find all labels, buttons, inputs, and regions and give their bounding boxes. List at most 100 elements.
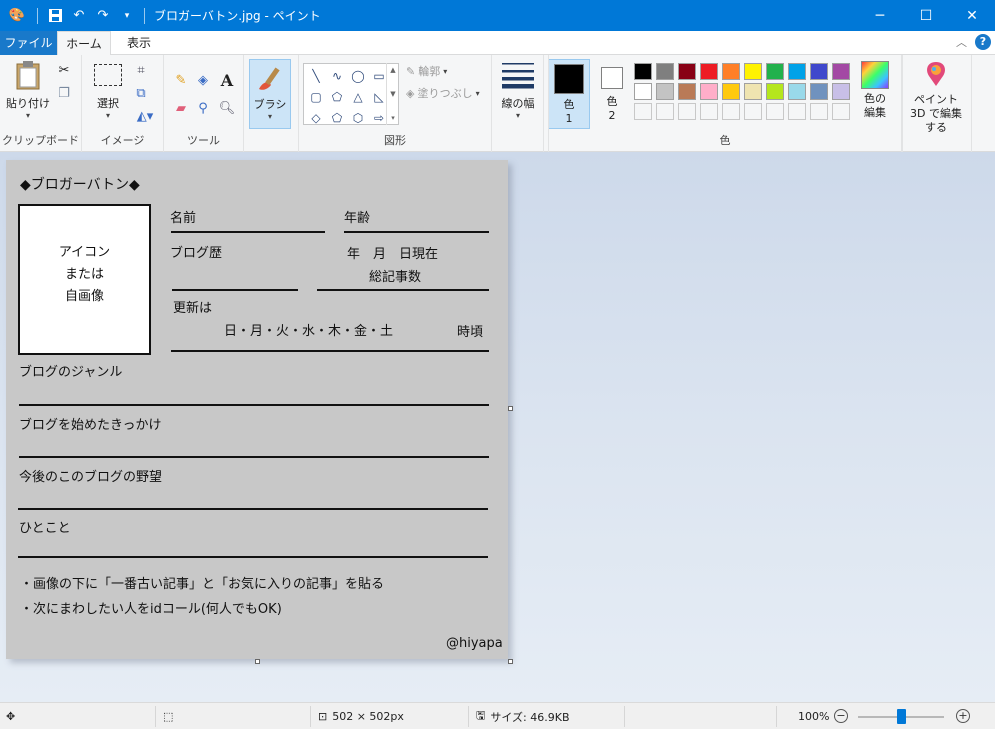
comment-line (18, 556, 488, 558)
file-size: 🖫 サイズ: 46.9KB (476, 703, 570, 729)
reason-label: ブログを始めたきっかけ (19, 418, 162, 433)
redo-icon[interactable]: ↷ (93, 6, 113, 26)
fill-label: 塗りつぶし (417, 87, 473, 100)
paint-app-icon[interactable]: 🎨 (8, 8, 26, 24)
color-picker-icon[interactable]: ⚲ (194, 99, 212, 117)
close-button[interactable]: ✕ (949, 0, 995, 31)
fill-dropdown-icon: ▾ (475, 88, 480, 98)
ambition-label: 今後のこのブログの野望 (19, 470, 163, 485)
undo-icon[interactable]: ↶ (69, 6, 89, 26)
ribbon-tabs: ファイル ホーム 表示 ︿ ? (0, 31, 995, 56)
tab-file[interactable]: ファイル (0, 31, 57, 55)
colors-group: 色 (548, 55, 902, 152)
select-dropdown-icon[interactable]: ▾ (106, 111, 110, 120)
file-size-text: サイズ: 46.9KB (490, 710, 570, 724)
brush-dropdown-icon[interactable]: ▾ (268, 112, 272, 121)
shapes-scrollbar[interactable]: ▲ ▼ ▾ (386, 63, 399, 125)
resize-handle-corner[interactable] (508, 659, 513, 664)
update-label: 更新は (173, 301, 213, 316)
text-icon[interactable]: A (218, 71, 236, 90)
crop-icon[interactable]: ⌗ (132, 61, 150, 79)
select-label: 選択 (97, 97, 119, 110)
image-canvas[interactable]: ◆ブロガーバトン◆ アイコン または 自画像 名前 年齢 ブログ歴 年 月 日現… (6, 160, 508, 659)
status-divider (776, 706, 777, 727)
select-rect-icon (92, 59, 124, 91)
fill-icon: ◈ (406, 86, 415, 100)
shapes-group-label: 図形 (384, 134, 406, 147)
image-dimensions: ⊡ 502 × 502px (318, 703, 404, 729)
tab-view[interactable]: 表示 (115, 31, 163, 55)
select-button[interactable]: 選択 ▾ (88, 59, 128, 120)
line-width-group: 線の幅 ▾ (492, 55, 544, 152)
zoom-slider-thumb[interactable] (897, 709, 906, 724)
status-bar: ✥ ⬚ ⊡ 502 × 502px 🖫 サイズ: 46.9KB 100% − + (0, 702, 995, 729)
drawing-workspace[interactable]: ◆ブロガーバトン◆ アイコン または 自画像 名前 年齢 ブログ歴 年 月 日現… (0, 152, 995, 702)
tab-home[interactable]: ホーム (57, 31, 111, 56)
tools-group-label: ツール (187, 134, 220, 147)
customize-dropdown-icon[interactable]: ▾ (117, 6, 137, 26)
paste-button[interactable]: 貼り付け ▾ (6, 59, 50, 120)
outline-icon: ✎ (406, 64, 416, 78)
rule-1-text: ・画像の下に「一番古い記事」と「お気に入りの記事」を貼る (20, 577, 385, 592)
scroll-down-icon[interactable]: ▼ (390, 90, 395, 98)
paint3d-group (902, 55, 972, 152)
fill-bucket-icon[interactable]: ◈ (194, 71, 212, 89)
line-shape-icon[interactable]: ╲ (306, 66, 326, 86)
icon-placeholder-box: アイコン または 自画像 (18, 204, 151, 355)
oval-shape-icon[interactable]: ◯ (348, 66, 368, 86)
outline-label: 輪郭 (418, 65, 441, 78)
icon-box-line-2: または (64, 267, 104, 282)
age-label: 年齢 (344, 211, 371, 226)
outline-button[interactable]: ✎ 輪郭 ▾ (406, 63, 447, 79)
status-divider (155, 706, 156, 727)
resize-icon[interactable]: ⧉ (132, 84, 150, 102)
scroll-up-icon[interactable]: ▲ (390, 66, 395, 74)
window-title: ブロガーバトン.jpg - ペイント (154, 9, 321, 23)
line-width-button[interactable]: 線の幅 ▾ (497, 59, 539, 120)
brush-button[interactable]: ブラシ ▾ (249, 59, 291, 129)
shapes-gallery: ╲ ∿ ◯ ▭ ▢ ⬠ △ ◺ ◇ ⬠ ⬡ ⇨ (303, 63, 399, 125)
polygon-shape-icon[interactable]: ⬠ (327, 87, 347, 107)
help-icon[interactable]: ? (975, 34, 991, 50)
pencil-icon[interactable]: ✎ (172, 71, 190, 89)
status-divider (624, 706, 625, 727)
line-width-label: 線の幅 (501, 97, 535, 110)
maximize-button[interactable]: ☐ (903, 0, 949, 31)
rounded-rectangle-shape-icon[interactable]: ▢ (306, 87, 326, 107)
selection-size-icon: ⬚ (163, 710, 174, 723)
image-group: 選択 ▾ ⌗ ⧉ ◭▾ イメージ (82, 55, 164, 152)
hexagon-shape-icon[interactable]: ⬡ (348, 108, 368, 128)
rotate-icon[interactable]: ◭▾ (132, 107, 158, 125)
total-posts-label: 総記事数 (369, 270, 422, 285)
collapse-ribbon-icon[interactable]: ︿ (956, 34, 967, 50)
canvas-heading: ◆ブロガーバトン◆ (20, 177, 140, 193)
minimize-button[interactable]: ─ (857, 0, 903, 31)
time-label: 時頃 (457, 325, 484, 340)
image-dimensions-text: 502 × 502px (332, 710, 404, 723)
zoom-out-button[interactable]: − (834, 709, 848, 723)
diamond-shape-icon[interactable]: ◇ (306, 108, 326, 128)
name-label: 名前 (170, 211, 197, 226)
zoom-in-button[interactable]: + (956, 709, 970, 723)
blog-history-line (172, 289, 298, 291)
fill-button[interactable]: ◈ 塗りつぶし ▾ (406, 85, 480, 101)
separator (144, 7, 145, 24)
image-dimensions-icon: ⊡ (318, 710, 328, 723)
triangle-shape-icon[interactable]: △ (348, 87, 368, 107)
brush-icon (254, 62, 286, 94)
curve-shape-icon[interactable]: ∿ (327, 66, 347, 86)
line-width-dropdown-icon[interactable]: ▾ (516, 111, 520, 120)
status-divider (310, 706, 311, 727)
icon-box-line-1: アイコン (58, 245, 111, 260)
save-icon[interactable] (45, 6, 65, 26)
expand-gallery-icon[interactable]: ▾ (391, 114, 395, 122)
paste-dropdown-icon[interactable]: ▾ (26, 111, 30, 120)
cut-icon[interactable]: ✂ (55, 61, 73, 79)
resize-handle-right[interactable] (508, 406, 513, 411)
magnifier-icon[interactable]: 🔍︎ (218, 99, 236, 117)
zoom-level: 100% (798, 710, 830, 723)
eraser-icon[interactable]: ▰ (172, 99, 190, 117)
copy-icon[interactable]: ❐ (55, 84, 73, 102)
pentagon-shape-icon[interactable]: ⬠ (327, 108, 347, 128)
resize-handle-bottom[interactable] (255, 659, 260, 664)
